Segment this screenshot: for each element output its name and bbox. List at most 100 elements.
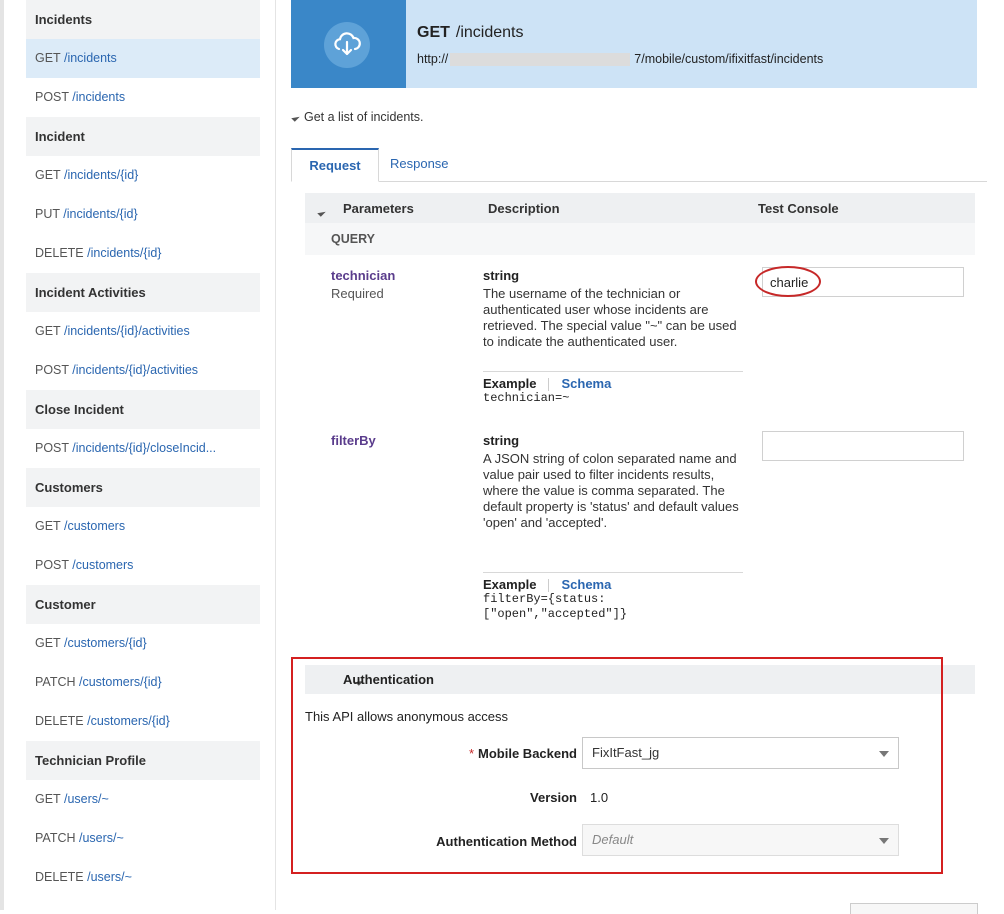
endpoint-path: /users/~	[87, 870, 132, 884]
endpoint-method: DELETE	[35, 870, 84, 884]
chevron-down-icon	[879, 838, 889, 844]
window-left-edge	[0, 0, 4, 910]
endpoint-header: GET/incidents http:// 7/mobile/custom/ifi…	[291, 0, 977, 88]
mobile-backend-select[interactable]: FixItFast_jg	[582, 737, 899, 769]
schema-tab[interactable]: Schema	[561, 376, 611, 391]
sidebar-item-endpoint[interactable]: DELETE /incidents/{id}	[26, 234, 260, 273]
col-description: Description	[488, 201, 560, 216]
endpoint-method: GET	[35, 324, 61, 338]
endpoint-path: /users/~	[79, 831, 124, 845]
param-name: technician	[331, 268, 396, 283]
sidebar-group-technician-profile[interactable]: Technician Profile	[26, 741, 260, 780]
auth-method-value: Default	[592, 832, 634, 847]
endpoint-path: /incidents	[455, 24, 524, 41]
auth-method-label: Authentication Method	[436, 834, 577, 849]
version-value: 1.0	[590, 790, 609, 805]
param-type: string	[483, 433, 520, 448]
endpoint-method: GET	[35, 168, 61, 182]
endpoint-method: GET	[35, 792, 61, 806]
endpoint-sidebar: Incidents GET /incidents POST /incidents In…	[26, 0, 260, 910]
endpoint-method: GET	[35, 51, 61, 65]
endpoint-path: /incidents	[72, 90, 126, 104]
mobile-backend-value: FixItFast_jg	[592, 745, 660, 760]
endpoint-method: PUT	[35, 207, 60, 221]
sidebar-group-incident[interactable]: Incident	[26, 117, 260, 156]
endpoint-path: /customers/{id}	[87, 714, 170, 728]
tab-response[interactable]: Response	[390, 148, 449, 180]
endpoint-method: DELETE	[35, 246, 84, 260]
sidebar-item-endpoint[interactable]: POST /incidents/{id}/closeIncid...	[26, 429, 260, 468]
sidebar-item-endpoint[interactable]: POST /incidents/{id}/activities	[26, 351, 260, 390]
collapse-triangle-icon	[291, 113, 300, 122]
endpoint-method: DELETE	[35, 714, 84, 728]
auth-method-select[interactable]: Default	[582, 824, 899, 856]
summary-text: Get a list of incidents.	[304, 110, 424, 124]
endpoint-method: GET	[35, 636, 61, 650]
url-suffix: 7/mobile/custom/ifixitfast/incidents	[634, 52, 824, 66]
highlight-circle	[755, 266, 821, 297]
redacted-host	[450, 53, 631, 67]
sidebar-item-endpoint[interactable]: GET /customers/{id}	[26, 624, 260, 663]
col-parameters: Parameters	[343, 201, 414, 216]
sidebar-item-endpoint[interactable]: GET /incidents/{id}	[26, 156, 260, 195]
endpoint-path: /incidents/{id}	[87, 246, 162, 260]
param-example: Example Schema filterBy={status: ["open",…	[483, 572, 743, 622]
test-endpoint-button[interactable]	[850, 903, 978, 914]
sidebar-item-endpoint[interactable]: POST /incidents	[26, 78, 260, 117]
sidebar-group-customers[interactable]: Customers	[26, 468, 260, 507]
endpoint-path: /customers	[72, 558, 134, 572]
param-required: Required	[331, 286, 384, 301]
endpoint-method: POST	[35, 90, 69, 104]
sidebar-item-endpoint[interactable]: PATCH /customers/{id}	[26, 663, 260, 702]
endpoint-method: GET	[417, 24, 450, 41]
sidebar-group-incidents[interactable]: Incidents	[26, 0, 260, 39]
sidebar-item-endpoint[interactable]: PATCH /users/~	[26, 819, 260, 858]
version-label: Version	[530, 790, 577, 805]
endpoint-method: PATCH	[35, 675, 76, 689]
endpoint-url: http:// 7/mobile/custom/ifixitfast/incide…	[417, 52, 824, 67]
example-code: filterBy={status: ["open","accepted"]}	[483, 592, 628, 622]
endpoint-method: POST	[35, 363, 69, 377]
endpoint-path: /customers/{id}	[79, 675, 162, 689]
endpoint-method: GET	[35, 519, 61, 533]
filterby-input[interactable]	[762, 431, 964, 461]
query-section-label: QUERY	[305, 223, 975, 255]
request-response-tabs: Request Response	[291, 148, 987, 182]
endpoint-path: /incidents/{id}/activities	[72, 363, 199, 377]
anonymous-access-text: This API allows anonymous access	[305, 709, 509, 724]
param-name: filterBy	[331, 433, 376, 448]
cloud-download-icon	[324, 22, 370, 68]
endpoint-summary[interactable]: Get a list of incidents.	[291, 110, 424, 124]
endpoint-path: /incidents/{id}/activities	[63, 324, 190, 338]
endpoint-method: POST	[35, 441, 69, 455]
schema-tab[interactable]: Schema	[561, 577, 611, 592]
required-marker: *	[468, 746, 475, 761]
endpoint-path: /users/~	[63, 792, 109, 806]
sidebar-item-endpoint[interactable]: GET /users/~	[26, 780, 260, 819]
endpoint-path: /customers/{id}	[63, 636, 147, 650]
endpoint-path: /incidents	[63, 51, 117, 65]
mobile-backend-label: * Mobile Backend	[317, 746, 577, 761]
sidebar-item-endpoint[interactable]: GET /incidents/{id}/activities	[26, 312, 260, 351]
sidebar-item-endpoint[interactable]: GET /incidents	[26, 39, 260, 78]
example-tab[interactable]: Example	[483, 577, 536, 592]
sidebar-group-close-incident[interactable]: Close Incident	[26, 390, 260, 429]
example-tab[interactable]: Example	[483, 376, 536, 391]
sidebar-item-endpoint[interactable]: GET /customers	[26, 507, 260, 546]
param-description: A JSON string of colon separated name an…	[483, 451, 739, 530]
col-test-console: Test Console	[758, 201, 839, 216]
sidebar-group-customer[interactable]: Customer	[26, 585, 260, 624]
section-label: QUERY	[331, 232, 375, 246]
parameters-header: Parameters Description Test Console	[305, 193, 975, 223]
endpoint-path: /customers	[63, 519, 126, 533]
endpoint-method: POST	[35, 558, 69, 572]
param-description: The username of the technician or authen…	[483, 286, 737, 349]
sidebar-item-endpoint[interactable]: DELETE /users/~	[26, 858, 260, 897]
endpoint-path: /incidents/{id}/closeIncid...	[72, 441, 217, 455]
sidebar-item-endpoint[interactable]: DELETE /customers/{id}	[26, 702, 260, 741]
sidebar-item-endpoint[interactable]: PUT /incidents/{id}	[26, 195, 260, 234]
sidebar-group-incident-activities[interactable]: Incident Activities	[26, 273, 260, 312]
sidebar-item-endpoint[interactable]: POST /customers	[26, 546, 260, 585]
endpoint-path: /incidents/{id}	[63, 207, 138, 221]
tab-request[interactable]: Request	[291, 148, 379, 182]
